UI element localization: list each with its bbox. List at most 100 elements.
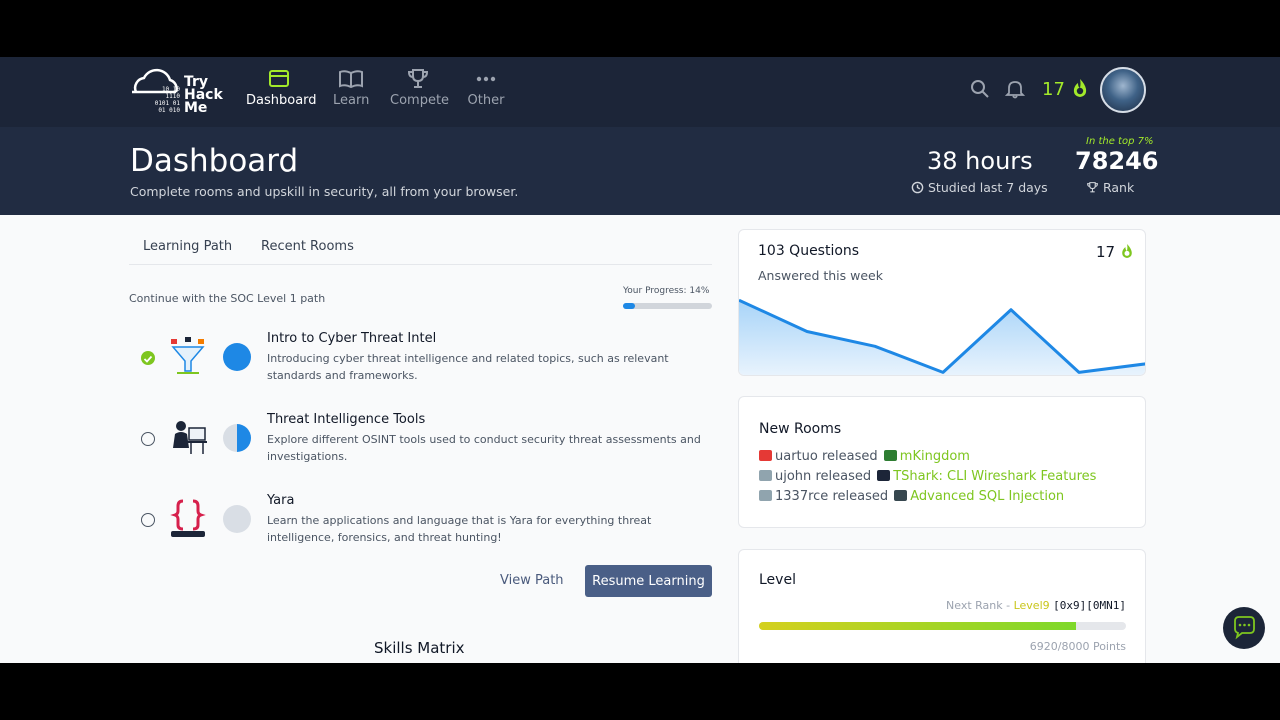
questions-subtitle: Answered this week xyxy=(758,268,883,283)
room-verb: released xyxy=(815,469,872,484)
level-progress-fill xyxy=(759,622,1077,630)
questions-streak-value: 17 xyxy=(1096,243,1116,261)
room-title[interactable]: Threat Intelligence Tools xyxy=(267,412,425,427)
nav-compete[interactable]: Compete xyxy=(390,67,450,108)
chat-button[interactable] xyxy=(1223,607,1265,649)
room-progress-half xyxy=(223,424,251,452)
continue-path-text: Continue with the SOC Level 1 path xyxy=(129,292,326,305)
room-link[interactable]: TShark: CLI Wireshark Features xyxy=(893,469,1096,484)
next-rank-line: Next Rank - Level9 [0x9][0MN1] xyxy=(946,599,1126,612)
next-rank-prefix: Next Rank - xyxy=(946,599,1014,612)
questions-streak: 17 xyxy=(1096,243,1134,261)
path-room[interactable]: Threat Intelligence Tools Explore differ… xyxy=(129,410,712,480)
app-frame: 10 10 1110 0101 01 01 010 Try Hack Me Da… xyxy=(0,57,1280,663)
threat-intel-tools-thumbnail-icon xyxy=(173,421,207,454)
nav-dashboard-label: Dashboard xyxy=(246,93,317,108)
nav-other-label: Other xyxy=(467,93,505,108)
room-badge-icon xyxy=(883,450,897,461)
flame-icon xyxy=(1122,244,1132,258)
logo-digits: 1110 xyxy=(165,93,180,100)
hours-label-text: Studied last 7 days xyxy=(927,180,1048,195)
new-room-entry: 1337rce released Advanced SQL Injection xyxy=(759,489,1064,504)
room-badge-icon xyxy=(894,490,908,501)
path-progress-bar xyxy=(623,303,712,309)
dashboard-icon xyxy=(269,70,289,87)
rank-label-text: Rank xyxy=(1102,180,1135,195)
search-icon[interactable] xyxy=(970,79,990,99)
room-badge-icon xyxy=(877,470,891,481)
chat-icon xyxy=(1234,616,1255,640)
page-subtitle: Complete rooms and upskill in security, … xyxy=(130,184,519,199)
tryhackme-logo[interactable]: 10 10 1110 0101 01 01 010 Try Hack Me xyxy=(128,62,228,118)
room-verb: released xyxy=(832,489,889,504)
level-title: Level xyxy=(759,572,796,588)
nav-dashboard[interactable]: Dashboard xyxy=(246,67,317,108)
room-progress-full xyxy=(223,343,251,371)
room-user[interactable]: ujohn xyxy=(775,469,811,484)
logo-digits: 01 010 xyxy=(158,107,180,114)
logo-digits: 10 10 xyxy=(161,86,180,93)
room-title[interactable]: Intro to Cyber Threat Intel xyxy=(267,331,436,346)
level-points: 6920/8000 Points xyxy=(1029,640,1126,653)
nav-other[interactable]: Other xyxy=(467,67,505,108)
room-link[interactable]: mKingdom xyxy=(900,449,970,464)
room-link[interactable]: Advanced SQL Injection xyxy=(910,489,1064,504)
book-icon xyxy=(339,70,363,89)
resume-learning-button[interactable]: Resume Learning xyxy=(585,565,712,597)
path-progress-label: Your Progress: 14% xyxy=(623,286,710,296)
new-room-entry: uartuo released mKingdom xyxy=(759,449,970,464)
path-progress-fill xyxy=(623,303,636,309)
completed-check-icon xyxy=(141,351,155,365)
room-verb: released xyxy=(821,449,878,464)
bell-icon[interactable] xyxy=(1005,79,1025,99)
view-path-link[interactable]: View Path xyxy=(500,573,564,588)
room-user[interactable]: 1337rce xyxy=(775,489,828,504)
dashboard-header: Dashboard Complete rooms and upskill in … xyxy=(0,127,1280,215)
trophy-icon xyxy=(407,69,429,88)
hours-studied-value: 38 hours xyxy=(927,147,1033,175)
yara-thumbnail-icon xyxy=(170,499,206,537)
skills-matrix-title: Skills Matrix xyxy=(374,639,465,657)
streak-counter[interactable]: 17 xyxy=(1042,78,1089,100)
user-avatar[interactable] xyxy=(1100,67,1146,113)
incomplete-radio-icon xyxy=(141,432,155,446)
flame-icon xyxy=(1073,79,1086,97)
logo-text: Try Hack Me xyxy=(184,75,223,116)
questions-title: 103 Questions xyxy=(758,243,860,259)
user-avatar-icon xyxy=(759,490,772,501)
next-level-code: [0x9][0MN1] xyxy=(1053,599,1126,612)
new-rooms-title: New Rooms xyxy=(759,421,842,437)
room-user[interactable]: uartuo xyxy=(775,449,818,464)
room-description: Introducing cyber threat intelligence an… xyxy=(267,352,669,382)
nav-compete-label: Compete xyxy=(390,93,450,108)
user-avatar-icon xyxy=(759,470,772,481)
room-description: Explore different OSINT tools used to co… xyxy=(267,433,701,463)
path-room[interactable]: Yara Learn the applications and language… xyxy=(129,491,712,561)
incomplete-radio-icon xyxy=(141,513,155,527)
path-room[interactable]: Intro to Cyber Threat Intel Introducing … xyxy=(129,329,712,399)
room-title[interactable]: Yara xyxy=(267,493,294,508)
rank-value: 78246 xyxy=(1075,147,1159,175)
nav-learn-label: Learn xyxy=(333,93,370,108)
more-icon xyxy=(476,76,496,82)
tab-learning-path[interactable]: Learning Path xyxy=(143,239,232,254)
questions-area xyxy=(739,300,1145,375)
logo-line: Me xyxy=(184,100,208,116)
trophy-icon xyxy=(1087,182,1098,193)
room-progress-none xyxy=(223,505,251,533)
path-tabs: Learning Path Recent Rooms xyxy=(129,237,712,265)
new-room-entry: ujohn released TShark: CLI Wireshark Fea… xyxy=(759,469,1096,484)
top-nav: 10 10 1110 0101 01 01 010 Try Hack Me Da… xyxy=(0,57,1280,127)
room-description: Learn the applications and language that… xyxy=(267,514,652,544)
next-level: Level9 xyxy=(1013,599,1050,612)
nav-learn[interactable]: Learn xyxy=(333,67,369,108)
streak-value: 17 xyxy=(1042,79,1065,100)
cyber-threat-intel-thumbnail-icon xyxy=(171,337,205,374)
rank-label: Rank xyxy=(1086,180,1134,195)
logo-digits: 0101 01 xyxy=(154,100,180,107)
level-progress-bar xyxy=(759,622,1126,630)
clock-icon xyxy=(911,181,924,194)
user-flag-icon xyxy=(759,450,772,461)
hours-studied-label: Studied last 7 days xyxy=(911,180,1048,195)
tab-recent-rooms[interactable]: Recent Rooms xyxy=(261,239,354,254)
